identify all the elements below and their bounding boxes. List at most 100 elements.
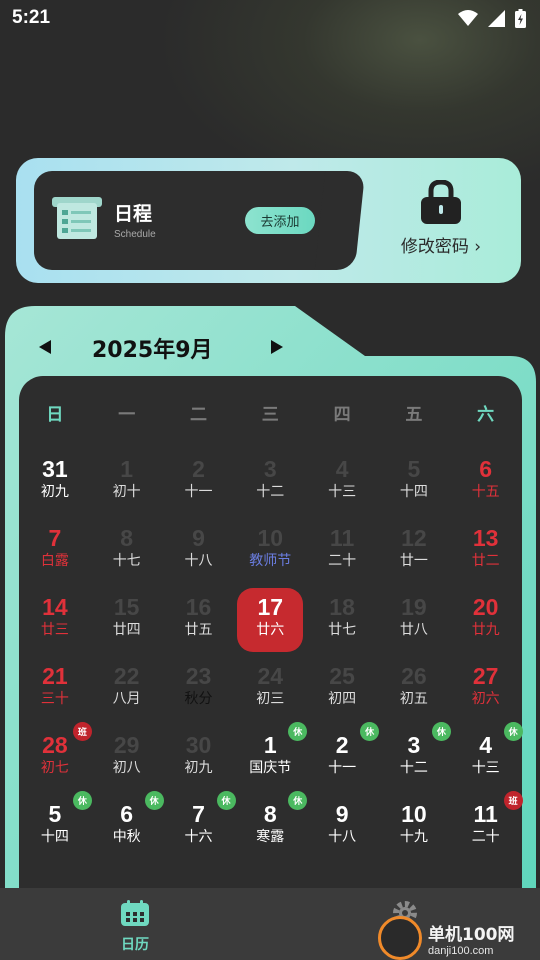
- change-password-button[interactable]: 修改密码 ›: [376, 180, 506, 265]
- rest-day-badge: 休: [503, 722, 523, 741]
- calendar-day-cell[interactable]: 24 初三: [237, 657, 303, 721]
- day-number: 19: [401, 594, 427, 620]
- lunar-date: 十四: [399, 484, 428, 500]
- calendar-day-cell[interactable]: 31 初九: [22, 450, 88, 514]
- calendar-day-cell[interactable]: 6 中秋休: [94, 791, 164, 859]
- lunar-date: 十七: [112, 553, 141, 569]
- nav-tab-calendar-label: 日历: [121, 937, 149, 953]
- lunar-date: 十九: [399, 829, 428, 845]
- day-number: 12: [401, 525, 427, 551]
- lunar-date: 廿六: [256, 622, 285, 638]
- add-schedule-button[interactable]: 去添加: [245, 207, 315, 234]
- calendar-day-cell[interactable]: 25 初四: [309, 657, 375, 721]
- calendar-day-cell[interactable]: 7 白露: [22, 519, 88, 583]
- calendar-day-cell[interactable]: 10 十九: [381, 795, 447, 859]
- lunar-date: 十八: [184, 553, 213, 569]
- calendar-day-cell[interactable]: 9 十八: [309, 795, 375, 859]
- day-number: 6: [479, 456, 493, 482]
- day-number: 4: [335, 456, 349, 482]
- nav-tab-calendar[interactable]: 日历: [105, 900, 165, 954]
- lunar-date: 秋分: [184, 691, 213, 707]
- calendar-day-cell[interactable]: 18 廿七: [309, 588, 375, 652]
- calendar-day-cell[interactable]: 5 十四: [381, 450, 447, 514]
- calendar-day-cell[interactable]: 15 廿四: [94, 588, 160, 652]
- watermark-title: 单机100网: [428, 924, 515, 945]
- calendar-day-cell[interactable]: 30 初九: [166, 726, 232, 790]
- workday-badge: 班: [503, 791, 523, 810]
- calendar-day-cell[interactable]: 7 十六休: [166, 791, 236, 859]
- day-number: 31: [42, 456, 68, 482]
- calendar-day-cell[interactable]: 11 二十: [309, 519, 375, 583]
- calendar-day-cell[interactable]: 4 十三: [309, 450, 375, 514]
- month-title: 2025年9月: [92, 338, 213, 363]
- status-time: 5:21: [12, 7, 51, 28]
- workday-badge: 班: [72, 722, 92, 741]
- prev-month-arrow-icon[interactable]: [39, 340, 51, 354]
- day-number: 30: [185, 732, 212, 758]
- day-number: 22: [113, 663, 140, 689]
- status-bar: 5:21: [0, 0, 540, 36]
- day-number: 7: [48, 525, 62, 551]
- rest-day-badge: 休: [144, 791, 164, 810]
- calendar-day-cell[interactable]: 29 初八: [94, 726, 160, 790]
- calendar-day-cell[interactable]: 27 初六: [453, 657, 519, 721]
- calendar-day-cell[interactable]: 8 寒露休: [237, 791, 308, 859]
- calendar-day-cell[interactable]: 3 十二休: [381, 722, 451, 790]
- calendar-day-cell[interactable]: 6 十五: [453, 450, 519, 514]
- lunar-date: 十一: [328, 760, 357, 776]
- calendar-day-cell[interactable]: 5 十四休: [22, 791, 92, 859]
- lock-icon: [421, 180, 461, 224]
- wifi-icon: [458, 10, 478, 26]
- weekday-label: 二: [189, 405, 207, 425]
- lunar-date: 廿一: [399, 553, 428, 569]
- calendar-day-cell[interactable]: 22 八月: [94, 657, 160, 721]
- calendar-day-cell[interactable]: 8 十七: [94, 519, 160, 583]
- calendar-day-cell[interactable]: 3 十二: [237, 450, 303, 514]
- day-number: 8: [120, 525, 134, 551]
- next-month-arrow-icon[interactable]: [271, 340, 283, 354]
- calendar-day-cell[interactable]: 2 十一休: [309, 722, 380, 790]
- calendar-day-cell[interactable]: 10 教师节: [237, 519, 303, 583]
- schedule-box[interactable]: 日程 Schedule 去添加: [34, 171, 346, 270]
- calendar-day-cell[interactable]: 4 十三休: [453, 722, 523, 790]
- calendar-day-cell[interactable]: 23 秋分: [166, 657, 232, 721]
- calendar-day-cell[interactable]: 9 十八: [166, 519, 232, 583]
- weekday-label: 三: [261, 405, 279, 425]
- calendar-day-cell[interactable]: 11 二十班: [453, 791, 523, 859]
- day-number: 21: [42, 663, 68, 689]
- calendar-day-cell[interactable]: 21 三十: [22, 657, 88, 721]
- calendar-day-cell[interactable]: 2 十一: [166, 450, 232, 514]
- calendar-day-cell[interactable]: 13 廿二: [453, 519, 519, 583]
- day-number: 11: [329, 525, 355, 551]
- lunar-date: 初四: [328, 691, 357, 707]
- lunar-date: 初五: [399, 691, 428, 707]
- lunar-date: 三十: [40, 691, 69, 707]
- lunar-date: 白露: [40, 553, 69, 569]
- calendar-day-cell[interactable]: 1 初十: [94, 450, 160, 514]
- calendar-day-cell[interactable]: 17 廿六: [237, 588, 304, 652]
- calendar-day-cell[interactable]: 14 廿三: [22, 588, 88, 652]
- rest-day-badge: 休: [288, 791, 308, 810]
- day-number: 26: [401, 663, 427, 689]
- day-number: 10: [401, 801, 427, 827]
- calendar-day-cell[interactable]: 26 初五: [381, 657, 447, 721]
- calendar-day-cell[interactable]: 16 廿五: [166, 588, 232, 652]
- day-number: 15: [113, 594, 140, 620]
- calendar-day-cell[interactable]: 1 国庆节休: [237, 722, 308, 790]
- watermark-logo-icon: [378, 916, 422, 960]
- calendar-day-cell[interactable]: 28 初七班: [22, 722, 92, 790]
- day-number: 1: [120, 456, 134, 482]
- lunar-date: 八月: [112, 691, 141, 707]
- day-number: 18: [329, 594, 355, 620]
- watermark-url: danji100.com: [428, 944, 494, 957]
- schedule-card: 日程 Schedule 去添加 修改密码 ›: [16, 158, 521, 283]
- day-number: 9: [335, 801, 349, 827]
- watermark-text: 单机100网 danji100.com: [428, 920, 515, 957]
- day-number: 3: [263, 456, 277, 482]
- schedule-title: 日程: [114, 203, 153, 225]
- calendar-day-cell[interactable]: 19 廿八: [381, 588, 447, 652]
- calendar-day-cell[interactable]: 12 廿一: [381, 519, 447, 583]
- lunar-date: 廿七: [328, 622, 357, 638]
- calendar-day-cell[interactable]: 20 廿九: [453, 588, 519, 652]
- day-number: 24: [257, 663, 284, 689]
